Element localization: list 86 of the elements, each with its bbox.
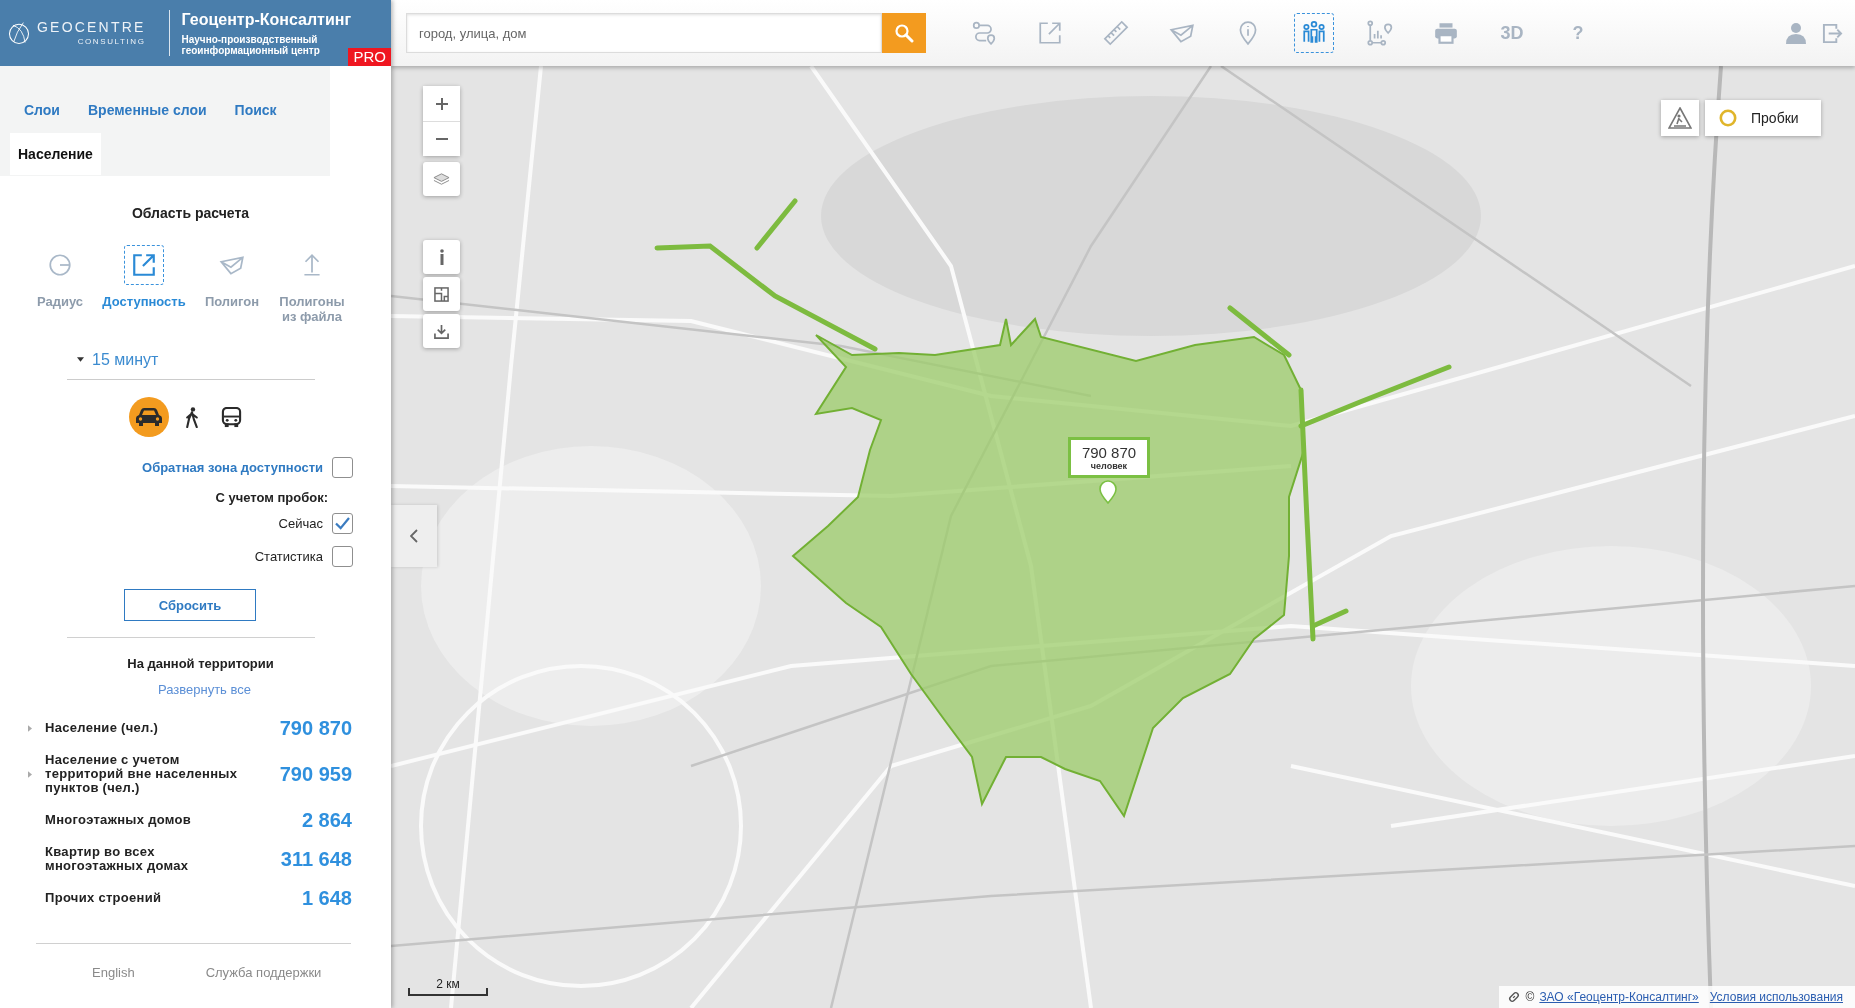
area-mode-button[interactable]: Полигоны из файла: [279, 245, 345, 324]
road-works-button[interactable]: [1661, 100, 1699, 136]
bus-icon: [221, 406, 242, 428]
stat-value: 311 648: [280, 847, 352, 871]
map-pin-icon[interactable]: [1099, 480, 1117, 504]
search-button[interactable]: [882, 13, 926, 53]
stat-value: 790 959: [279, 762, 352, 786]
app-subtitle: Научно-производственный геоинформационный центр: [181, 34, 321, 56]
time-dropdown[interactable]: 15 минут: [67, 340, 315, 380]
info-icon: [439, 249, 444, 265]
area-mode-button[interactable]: Радиус: [36, 245, 84, 324]
minus-icon: [435, 138, 448, 140]
sidebar-tab[interactable]: Временные слои: [74, 89, 221, 131]
radius-circle-icon: [47, 252, 73, 278]
transport-mode-button[interactable]: [129, 397, 169, 437]
square-arrow-icon: [131, 252, 157, 278]
user-icon[interactable]: [1785, 22, 1807, 44]
search-field[interactable]: город, улица, дом: [406, 13, 882, 53]
stat-value: 2 864: [301, 808, 352, 832]
toolbar-button[interactable]: [1294, 13, 1334, 53]
logo-name: GEOCENTRE: [37, 19, 146, 35]
sidebar-tab[interactable]: Поиск: [220, 89, 291, 131]
results-heading: На данной территории: [126, 656, 275, 672]
info-button[interactable]: [423, 240, 460, 274]
traffic-ring-icon: [1719, 109, 1737, 127]
layers-icon: [433, 171, 450, 187]
reset-button[interactable]: Сбросить: [124, 589, 256, 621]
app-title: Геоцентр-Консалтинг: [181, 10, 352, 30]
traffic-toggle[interactable]: Пробки: [1705, 100, 1821, 136]
traffic-heading: С учетом пробок:: [214, 489, 329, 507]
sidebar-tab[interactable]: Население: [10, 133, 101, 175]
option-label: Сейчас: [278, 515, 323, 531]
ruler-icon: [1103, 20, 1129, 46]
expand-all-link[interactable]: Развернуть все: [158, 682, 251, 698]
link-icon: [1506, 990, 1521, 1004]
stat-label: Население (чел.): [45, 721, 160, 735]
scale-bar: 2 км: [408, 976, 488, 996]
collapse-panel-button[interactable]: [391, 505, 437, 567]
checkbox[interactable]: [332, 456, 353, 478]
people-icon: [1301, 20, 1327, 46]
stat-value: 1 648: [301, 886, 352, 910]
section-title: Область расчета: [130, 205, 251, 221]
population-label: 790 870 человек: [1068, 437, 1150, 478]
checkmark-icon: [335, 516, 350, 530]
caret-right-icon[interactable]: [28, 724, 32, 732]
logout-icon[interactable]: [1822, 22, 1843, 44]
terms-link[interactable]: Условия использования: [1709, 990, 1843, 1004]
layers-button[interactable]: [423, 162, 460, 196]
stat-label: Квартир во всех многоэтажных домах: [45, 845, 190, 873]
checkbox[interactable]: [332, 512, 353, 534]
plus-icon: [435, 97, 448, 110]
company-link[interactable]: ЗАО «Геоцентр-Консалтинг»: [1539, 990, 1699, 1004]
search-icon: [894, 23, 914, 43]
footer-link[interactable]: English: [92, 965, 135, 981]
zoom-in-button[interactable]: [423, 86, 460, 121]
stat-label: Население с учетом территорий вне населенных пунктов (чел.): [45, 753, 239, 795]
toolbar-button[interactable]: ?: [1558, 13, 1598, 53]
toolbar-button[interactable]: 3D: [1492, 13, 1532, 53]
square-arrow-icon: [1037, 20, 1063, 46]
download-icon: [433, 323, 450, 339]
transport-mode-button[interactable]: [185, 406, 199, 428]
printer-icon: [1433, 20, 1459, 46]
stat-label: Прочих строений: [45, 891, 163, 905]
route-icon: [971, 20, 997, 46]
area-mode-button[interactable]: Доступность: [102, 245, 186, 324]
pro-badge: PRO: [348, 48, 391, 66]
floor-plan-button[interactable]: [423, 277, 460, 311]
download-button[interactable]: [423, 314, 460, 348]
copyright-sign: ©: [1525, 990, 1535, 1004]
area-mode-button[interactable]: Полигон: [204, 245, 260, 324]
caret-right-icon[interactable]: [28, 770, 32, 778]
checkbox[interactable]: [332, 545, 353, 567]
road-works-icon: [1668, 107, 1692, 129]
chart-pin-icon: [1367, 20, 1393, 46]
stat-label: Многоэтажных домов: [45, 813, 193, 827]
chevron-left-icon: [410, 529, 418, 543]
car-icon: [136, 408, 162, 426]
logo-tagline: CONSULTING: [77, 37, 146, 47]
sidebar-tab[interactable]: Слои: [10, 89, 74, 131]
caret-down-icon: [77, 357, 84, 362]
option-label: Статистика: [254, 548, 323, 564]
pedestrian-icon: [185, 406, 199, 428]
reverse-zone-label: Обратная зона доступности: [142, 459, 323, 475]
floor-plan-icon: [433, 286, 450, 302]
footer-link[interactable]: Служба поддержки: [205, 965, 322, 981]
stat-value: 790 870: [279, 716, 352, 740]
